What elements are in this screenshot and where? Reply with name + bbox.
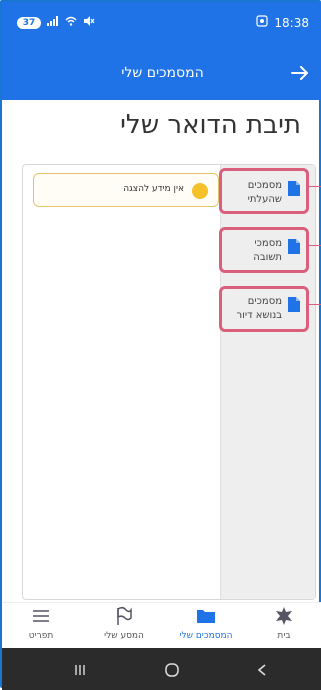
highlight-box: [219, 286, 309, 332]
nav-label: תפריט: [28, 631, 54, 641]
recents-button[interactable]: [60, 660, 100, 680]
page-title: תיבת הדואר שלי: [120, 110, 301, 140]
wifi-icon: [65, 16, 77, 29]
mute-icon: [83, 16, 95, 29]
home-button[interactable]: [152, 660, 192, 680]
header-title: המסמכים שלי: [121, 65, 204, 81]
signal-icon: [47, 16, 59, 29]
status-bar: 37 18:38: [2, 2, 321, 50]
folder-icon: [171, 605, 241, 627]
annotation-line: [308, 186, 321, 187]
screenshot-icon: [256, 15, 269, 30]
nav-label: בית: [277, 631, 291, 641]
status-right: 18:38: [256, 15, 309, 30]
back-button[interactable]: [287, 60, 313, 86]
info-dot-icon: [192, 183, 208, 199]
app-frame: 37 18:38 המסמכים שלי תיבת הדואר שלי אין …: [0, 0, 321, 690]
bottom-nav: בית המסמכים שלי המסע שלי תפריט: [2, 602, 321, 649]
highlight-box: [219, 168, 309, 214]
empty-state-text: אין מידע להצגה: [123, 184, 184, 194]
home-seal-icon: [249, 605, 319, 627]
nav-menu[interactable]: תפריט: [6, 605, 76, 647]
highlight-box: [219, 227, 309, 273]
empty-state-notice: אין מידע להצגה: [33, 173, 219, 207]
app-bar: המסמכים שלי: [2, 50, 321, 100]
menu-icon: [6, 605, 76, 627]
nav-my-journey[interactable]: המסע שלי: [89, 605, 159, 647]
back-system-button[interactable]: [242, 660, 282, 680]
home-circle-icon: [165, 663, 179, 677]
clock: 18:38: [274, 15, 309, 30]
annotation-line: [308, 245, 321, 246]
status-left: 37: [17, 16, 95, 29]
nav-label: המסע שלי: [104, 631, 144, 641]
system-nav-bar: [2, 648, 321, 690]
flag-icon: [89, 605, 159, 627]
nav-label: המסמכים שלי: [179, 631, 233, 641]
recents-icon: [75, 665, 85, 675]
arrow-right-icon: [291, 66, 308, 80]
chevron-left-icon: [257, 664, 266, 676]
nav-home[interactable]: בית: [249, 605, 319, 647]
nav-my-documents[interactable]: המסמכים שלי: [171, 605, 241, 647]
annotation-line: [308, 304, 321, 305]
battery-indicator: 37: [17, 16, 41, 29]
